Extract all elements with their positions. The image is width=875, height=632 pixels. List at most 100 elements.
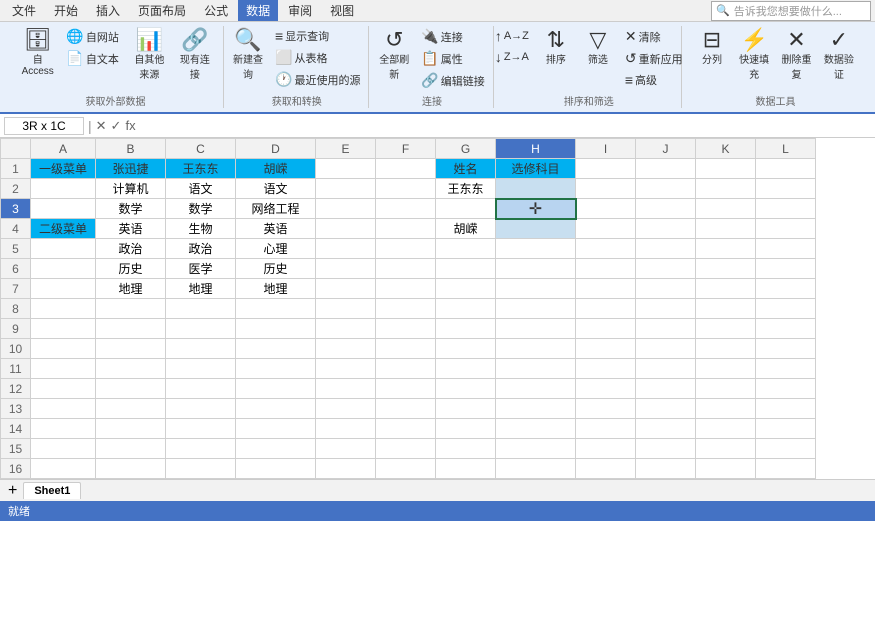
- show-query-button[interactable]: ≡ 显示查询: [270, 26, 365, 46]
- cell-A2[interactable]: [31, 179, 96, 199]
- cell-A6[interactable]: [31, 259, 96, 279]
- cell-B3[interactable]: 数学: [96, 199, 166, 219]
- row-3-header[interactable]: 3: [1, 199, 31, 219]
- cell-A7[interactable]: [31, 279, 96, 299]
- cell-L6[interactable]: [756, 259, 816, 279]
- recent-sources-button[interactable]: 🕐 最近使用的源: [270, 69, 365, 90]
- cell-C3[interactable]: 数学: [166, 199, 236, 219]
- cell-J2[interactable]: [636, 179, 696, 199]
- filter-button[interactable]: ▽ 筛选: [578, 26, 618, 69]
- cell-K2[interactable]: [696, 179, 756, 199]
- row-5-header[interactable]: 5: [1, 239, 31, 259]
- row-16-header[interactable]: 16: [1, 459, 31, 479]
- refresh-all-button[interactable]: ↺ 全部刷新: [374, 26, 414, 84]
- col-A[interactable]: A: [31, 139, 96, 159]
- cell-E4[interactable]: [316, 219, 376, 239]
- text-button[interactable]: 📄 自文本: [61, 48, 123, 69]
- col-I[interactable]: I: [576, 139, 636, 159]
- cell-F5[interactable]: [376, 239, 436, 259]
- cell-J5[interactable]: [636, 239, 696, 259]
- col-B[interactable]: B: [96, 139, 166, 159]
- menu-formula[interactable]: 公式: [196, 0, 236, 21]
- cell-D2[interactable]: 语文: [236, 179, 316, 199]
- menu-insert[interactable]: 插入: [88, 0, 128, 21]
- cell-H4[interactable]: [496, 219, 576, 239]
- menu-home[interactable]: 开始: [46, 0, 86, 21]
- cell-D7[interactable]: 地理: [236, 279, 316, 299]
- menu-view[interactable]: 视图: [322, 0, 362, 21]
- row-12-header[interactable]: 12: [1, 379, 31, 399]
- cell-G4[interactable]: 胡嵘: [436, 219, 496, 239]
- cell-J7[interactable]: [636, 279, 696, 299]
- cell-G5[interactable]: [436, 239, 496, 259]
- cell-L1[interactable]: [756, 159, 816, 179]
- cell-K1[interactable]: [696, 159, 756, 179]
- cell-B5[interactable]: 政治: [96, 239, 166, 259]
- property-button[interactable]: 📋 属性: [416, 48, 489, 69]
- cell-A1[interactable]: 一级菜单: [31, 159, 96, 179]
- new-query-button[interactable]: 🔍 新建查询: [228, 26, 268, 84]
- validate-button[interactable]: ✓ 数据验证: [819, 26, 859, 84]
- row-7-header[interactable]: 7: [1, 279, 31, 299]
- col-K[interactable]: K: [696, 139, 756, 159]
- cell-D6[interactable]: 历史: [236, 259, 316, 279]
- cell-A5[interactable]: [31, 239, 96, 259]
- col-E[interactable]: E: [316, 139, 376, 159]
- cell-I2[interactable]: [576, 179, 636, 199]
- advanced-button[interactable]: ≡ 高级: [620, 70, 688, 90]
- cell-H1[interactable]: 选修科目: [496, 159, 576, 179]
- cell-C5[interactable]: 政治: [166, 239, 236, 259]
- web-button[interactable]: 🌐 自网站: [61, 26, 123, 47]
- formula-input[interactable]: [140, 119, 871, 133]
- cell-I5[interactable]: [576, 239, 636, 259]
- cell-I1[interactable]: [576, 159, 636, 179]
- cell-C6[interactable]: 医学: [166, 259, 236, 279]
- row-14-header[interactable]: 14: [1, 419, 31, 439]
- confirm-icon[interactable]: ✓: [111, 118, 122, 134]
- cell-H2[interactable]: [496, 179, 576, 199]
- from-table-button[interactable]: ⬜ 从表格: [270, 47, 365, 68]
- other-sources-button[interactable]: 📊 自其他来源: [126, 26, 173, 84]
- cell-B7[interactable]: 地理: [96, 279, 166, 299]
- connect-button[interactable]: 🔌 连接: [416, 26, 489, 47]
- cell-H3[interactable]: ✛: [496, 199, 576, 219]
- sheet-container[interactable]: A B C D E F G H I J K L 1 一级菜: [0, 138, 875, 479]
- cell-L3[interactable]: [756, 199, 816, 219]
- cell-J4[interactable]: [636, 219, 696, 239]
- access-button[interactable]: 🗄 自 Access: [16, 26, 59, 80]
- cell-A4[interactable]: 二级菜单: [31, 219, 96, 239]
- cell-E3[interactable]: [316, 199, 376, 219]
- cell-K4[interactable]: [696, 219, 756, 239]
- cell-G1[interactable]: 姓名: [436, 159, 496, 179]
- menu-pagelayout[interactable]: 页面布局: [130, 0, 194, 21]
- cell-I7[interactable]: [576, 279, 636, 299]
- sort-button[interactable]: ⇅ 排序: [536, 26, 576, 69]
- cell-B1[interactable]: 张迅捷: [96, 159, 166, 179]
- cell-L7[interactable]: [756, 279, 816, 299]
- col-D[interactable]: D: [236, 139, 316, 159]
- cell-J1[interactable]: [636, 159, 696, 179]
- remove-dup-button[interactable]: ✕ 删除重复: [776, 26, 816, 84]
- cell-B6[interactable]: 历史: [96, 259, 166, 279]
- cell-E2[interactable]: [316, 179, 376, 199]
- cell-C2[interactable]: 语文: [166, 179, 236, 199]
- cell-E7[interactable]: [316, 279, 376, 299]
- cell-F1[interactable]: [376, 159, 436, 179]
- cell-B2[interactable]: 计算机: [96, 179, 166, 199]
- cell-L4[interactable]: [756, 219, 816, 239]
- row-6-header[interactable]: 6: [1, 259, 31, 279]
- cell-I6[interactable]: [576, 259, 636, 279]
- cell-E5[interactable]: [316, 239, 376, 259]
- flash-fill-button[interactable]: ⚡ 快速填充: [734, 26, 774, 84]
- cell-E1[interactable]: [316, 159, 376, 179]
- row-1-header[interactable]: 1: [1, 159, 31, 179]
- sort-za-button[interactable]: ↓ Z→A: [490, 47, 534, 67]
- menu-review[interactable]: 审阅: [280, 0, 320, 21]
- row-15-header[interactable]: 15: [1, 439, 31, 459]
- cell-D1[interactable]: 胡嵘: [236, 159, 316, 179]
- split-button[interactable]: ⊟ 分列: [692, 26, 732, 69]
- cell-F2[interactable]: [376, 179, 436, 199]
- row-11-header[interactable]: 11: [1, 359, 31, 379]
- cell-G3[interactable]: [436, 199, 496, 219]
- col-L[interactable]: L: [756, 139, 816, 159]
